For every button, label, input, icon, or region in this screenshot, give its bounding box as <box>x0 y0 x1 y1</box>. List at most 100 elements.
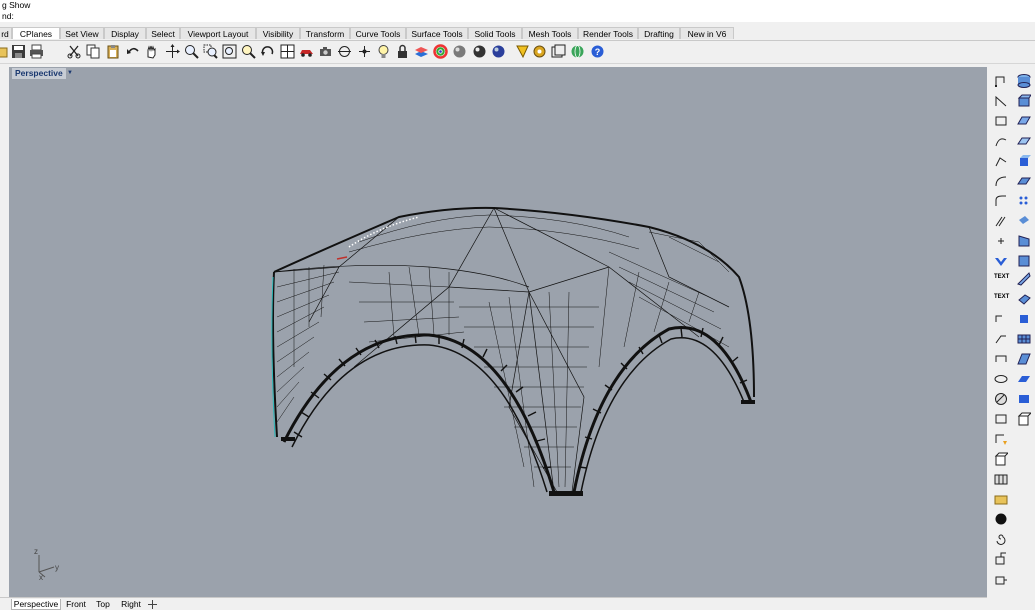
shaded-sphere-icon[interactable] <box>452 44 467 59</box>
copy-icon[interactable] <box>86 44 101 59</box>
point-icon[interactable] <box>357 44 372 59</box>
block-icon[interactable] <box>994 352 1008 366</box>
offset-icon[interactable] <box>994 214 1008 228</box>
tab-display[interactable]: Display <box>104 27 146 39</box>
revolve-icon[interactable] <box>1017 214 1031 228</box>
toolbar-tab-bar: rd CPlanes Set View Display Select Viewp… <box>0 26 1035 41</box>
fillet-curve-icon[interactable] <box>994 194 1008 208</box>
save-icon[interactable] <box>11 44 26 59</box>
mesh-grid-icon[interactable] <box>1017 332 1031 346</box>
tab-drafting[interactable]: Drafting <box>638 27 680 39</box>
tab-surface-tools[interactable]: Surface Tools <box>406 27 468 39</box>
tab-cplanes[interactable]: CPlanes <box>12 27 60 39</box>
solid-box-icon[interactable] <box>1017 154 1031 168</box>
sphere-blue-icon[interactable] <box>515 44 530 59</box>
tab-front[interactable]: Front <box>62 599 90 610</box>
tab-new-in-v6[interactable]: New in V6 <box>680 27 734 39</box>
tab-mesh-tools[interactable]: Mesh Tools <box>522 27 578 39</box>
tab-solid-tools[interactable]: Solid Tools <box>468 27 522 39</box>
point-marker-icon[interactable] <box>994 234 1008 248</box>
split-icon[interactable] <box>994 254 1008 268</box>
globe-icon[interactable] <box>570 44 585 59</box>
box-icon[interactable] <box>1017 94 1031 108</box>
tab-render-tools[interactable]: Render Tools <box>578 27 638 39</box>
command-prompt-line[interactable]: nd: <box>0 11 1035 22</box>
axes-widget: z y x <box>34 547 59 582</box>
explode-icon[interactable] <box>994 432 1008 446</box>
tab-right[interactable]: Right <box>117 599 145 610</box>
perspective-viewport[interactable]: Perspective ▼ z y x <box>9 67 987 597</box>
polyline-icon[interactable] <box>994 74 1008 88</box>
paste-icon[interactable] <box>106 44 121 59</box>
open-file-icon[interactable] <box>0 44 9 59</box>
arc-icon[interactable] <box>994 174 1008 188</box>
light-icon[interactable] <box>376 44 391 59</box>
boolean-icon[interactable] <box>1017 292 1031 306</box>
add-viewport-icon[interactable] <box>148 600 157 609</box>
text-tool-1[interactable]: TEXT <box>994 273 1009 281</box>
transform-icon[interactable] <box>994 572 1008 586</box>
cplane-icon[interactable] <box>337 44 352 59</box>
help-icon[interactable]: ? <box>590 44 605 59</box>
move-icon[interactable] <box>994 552 1008 566</box>
cylinder-icon[interactable] <box>1017 74 1031 88</box>
extrude-icon[interactable] <box>1017 174 1031 188</box>
spiral-icon[interactable] <box>994 532 1008 546</box>
render-settings-icon[interactable] <box>551 44 566 59</box>
tab-top[interactable]: Top <box>92 599 114 610</box>
shell-icon[interactable] <box>1017 312 1031 326</box>
control-point-curve-icon[interactable] <box>994 154 1008 168</box>
car-icon[interactable] <box>299 44 314 59</box>
cube-wire-icon[interactable] <box>994 452 1008 466</box>
rotate-view-icon[interactable] <box>165 44 180 59</box>
ellipse-icon[interactable] <box>994 372 1008 386</box>
loft-icon[interactable] <box>1017 234 1031 248</box>
text-tool-2[interactable]: TEXT <box>994 293 1009 301</box>
tab-transform[interactable]: Transform <box>300 27 350 39</box>
tab-perspective[interactable]: Perspective <box>11 599 61 610</box>
undo-view-icon[interactable] <box>260 44 275 59</box>
rectangle-icon[interactable] <box>994 114 1008 128</box>
mesh-patch-icon[interactable] <box>1017 352 1031 366</box>
zoom-window-icon[interactable] <box>203 44 218 59</box>
camera-icon[interactable] <box>318 44 333 59</box>
sphere-solid-icon[interactable] <box>1017 254 1031 268</box>
leader-icon[interactable] <box>994 332 1008 346</box>
tab-select[interactable]: Select <box>146 27 180 39</box>
hatch-icon[interactable] <box>994 392 1008 406</box>
tab-set-view[interactable]: Set View <box>60 27 104 39</box>
color-wheel-icon[interactable] <box>433 44 448 59</box>
mesh-cube-icon[interactable] <box>1017 412 1031 426</box>
grid-array-icon[interactable] <box>994 472 1008 486</box>
undo-icon[interactable] <box>126 44 141 59</box>
ghosted-sphere-icon[interactable] <box>491 44 506 59</box>
mesh-box-icon[interactable] <box>1017 392 1031 406</box>
tab-curve-tools[interactable]: Curve Tools <box>350 27 406 39</box>
mesh-sphere-icon[interactable] <box>1017 372 1031 386</box>
curve-icon[interactable] <box>994 134 1008 148</box>
render-icon[interactable] <box>532 44 547 59</box>
tab-viewport-layout[interactable]: Viewport Layout <box>180 27 256 39</box>
folder-icon[interactable] <box>994 492 1008 506</box>
zoom-selected-icon[interactable] <box>241 44 256 59</box>
dimension-icon[interactable] <box>994 312 1008 326</box>
line-icon[interactable] <box>994 94 1008 108</box>
lock-icon[interactable] <box>395 44 410 59</box>
sweep-icon[interactable] <box>1017 272 1031 286</box>
black-sphere-icon[interactable] <box>994 512 1008 526</box>
print-icon[interactable] <box>29 44 44 59</box>
layer-icon[interactable] <box>414 44 429 59</box>
plane-surface-icon[interactable] <box>1017 114 1031 128</box>
zoom-dynamic-icon[interactable] <box>184 44 199 59</box>
tab-visibility[interactable]: Visibility <box>256 27 300 39</box>
zoom-extents-icon[interactable] <box>222 44 237 59</box>
pan-hand-icon[interactable] <box>144 44 159 59</box>
cut-icon[interactable] <box>67 44 82 59</box>
group-icon[interactable] <box>994 412 1008 426</box>
four-viewports-icon[interactable] <box>280 44 295 59</box>
surface-icon[interactable] <box>1017 134 1031 148</box>
rendered-sphere-icon[interactable] <box>472 44 487 59</box>
tab-standard[interactable]: rd <box>0 27 12 39</box>
mesh-dots-icon[interactable] <box>1017 194 1031 208</box>
wireframe-model[interactable]: z y x <box>9 67 987 597</box>
